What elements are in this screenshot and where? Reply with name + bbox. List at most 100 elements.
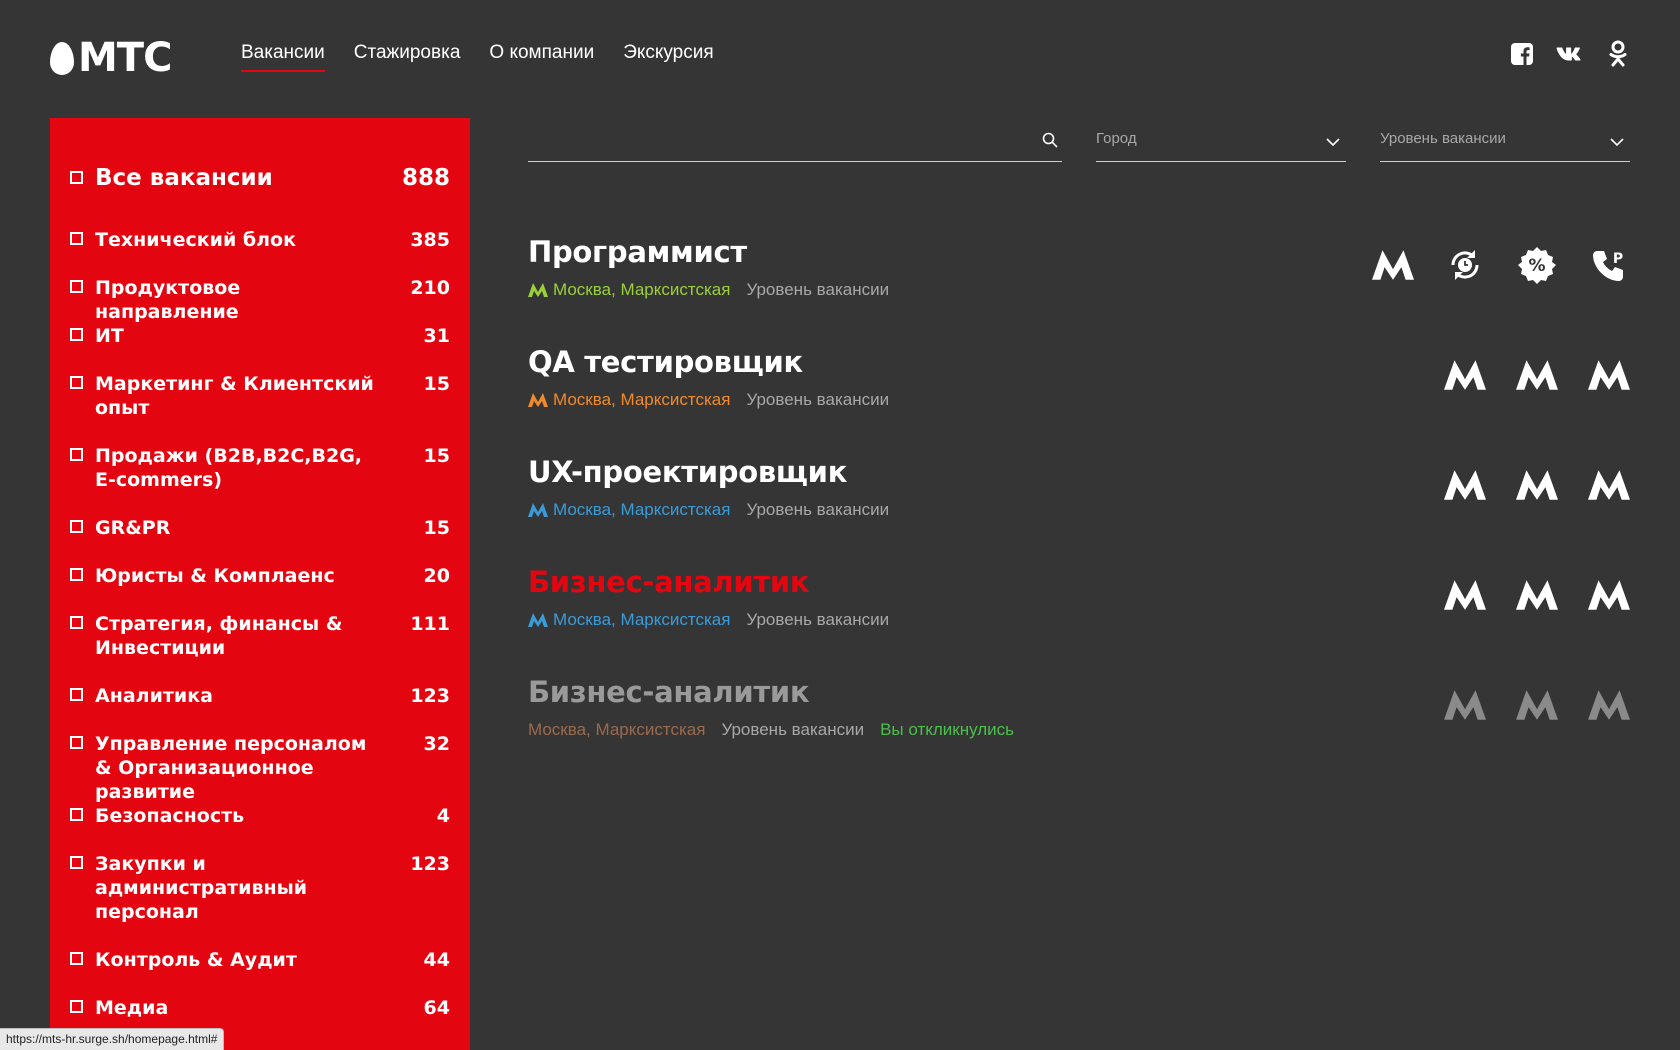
metro-icon bbox=[1516, 684, 1558, 726]
category-item[interactable]: Безопасность 4 bbox=[70, 804, 450, 828]
browser-status-bar: https://mts-hr.surge.sh/homepage.html# bbox=[0, 1028, 225, 1050]
category-count: 64 bbox=[423, 997, 450, 1019]
metro-icon bbox=[1444, 574, 1486, 616]
vacancy-card[interactable]: Бизнес-аналитик Москва, Марксистская Уро… bbox=[528, 564, 1630, 654]
svg-text:%: % bbox=[1528, 256, 1545, 276]
metro-icon bbox=[1516, 464, 1558, 506]
level-placeholder: Уровень вакансии bbox=[1380, 130, 1506, 147]
vacancy-card[interactable]: UX-проектировщик Москва, Марксистская Ур… bbox=[528, 454, 1630, 544]
vacancy-meta: Москва, Марксистская Уровень вакансии Вы… bbox=[528, 720, 1014, 740]
search-field[interactable] bbox=[528, 122, 1062, 162]
category-item[interactable]: ИТ 31 bbox=[70, 324, 450, 348]
checkbox[interactable] bbox=[70, 736, 83, 749]
vacancy-title[interactable]: QA тестировщик bbox=[528, 344, 803, 380]
facebook-icon[interactable] bbox=[1508, 40, 1536, 68]
checkbox[interactable] bbox=[70, 280, 83, 293]
logo-text: МТС bbox=[78, 35, 172, 81]
location-text: Москва, Марксистская bbox=[528, 720, 706, 739]
clock-refresh-icon bbox=[1444, 244, 1486, 286]
category-item[interactable]: Контроль & Аудит 44 bbox=[70, 948, 450, 972]
vacancy-meta: Москва, Марксистская Уровень вакансии bbox=[528, 390, 889, 410]
category-item[interactable]: Аналитика 123 bbox=[70, 684, 450, 708]
nav-internship[interactable]: Стажировка bbox=[354, 42, 461, 72]
nav-excursion[interactable]: Экскурсия bbox=[623, 42, 713, 72]
category-label: Стратегия, финансы & Инвестиции bbox=[95, 613, 343, 659]
category-all[interactable]: Все вакансии 888 bbox=[70, 164, 450, 192]
vacancy-location: Москва, Марксистская bbox=[528, 500, 730, 520]
category-item[interactable]: Технический блок 385 bbox=[70, 228, 450, 252]
category-count: 123 bbox=[410, 853, 450, 875]
vacancy-icons: % P bbox=[1372, 244, 1630, 286]
category-item[interactable]: Продажи (B2B,B2C,B2G, E-commers) 15 bbox=[70, 444, 450, 492]
level-select[interactable]: Уровень вакансии bbox=[1380, 122, 1630, 162]
nav-vacancies[interactable]: Вакансии bbox=[241, 42, 325, 72]
mts-logo[interactable]: МТС bbox=[50, 35, 172, 81]
egg-logo-icon bbox=[50, 41, 74, 75]
checkbox[interactable] bbox=[70, 1000, 83, 1013]
vacancy-icons bbox=[1444, 464, 1630, 506]
checkbox[interactable] bbox=[70, 856, 83, 869]
metro-icon bbox=[1516, 354, 1558, 396]
vk-icon[interactable] bbox=[1556, 40, 1584, 68]
category-count: 123 bbox=[410, 685, 450, 707]
category-label: Аналитика bbox=[95, 685, 213, 707]
category-item[interactable]: Юристы & Комплаенс 20 bbox=[70, 564, 450, 588]
vacancy-icons bbox=[1444, 574, 1630, 616]
chevron-down-icon bbox=[1610, 134, 1624, 152]
vacancy-card[interactable]: Бизнес-аналитик Москва, Марксистская Уро… bbox=[528, 674, 1630, 764]
category-label: Продуктовое направление bbox=[95, 277, 241, 323]
category-count: 4 bbox=[436, 805, 450, 827]
vacancy-level: Уровень вакансии bbox=[746, 500, 890, 519]
checkbox[interactable] bbox=[70, 952, 83, 965]
metro-icon bbox=[1588, 684, 1630, 726]
category-count: 111 bbox=[410, 613, 450, 635]
vacancy-title[interactable]: Программист bbox=[528, 234, 747, 270]
category-label: Маркетинг & Клиентский опыт bbox=[95, 373, 374, 419]
search-icon[interactable] bbox=[1042, 132, 1058, 153]
metro-icon bbox=[528, 503, 548, 517]
vacancy-card[interactable]: Программист Москва, Марксистская Уровень… bbox=[528, 234, 1630, 324]
location-text: Москва, Марксистская bbox=[553, 280, 731, 299]
category-item[interactable]: Закупки и административный персонал 123 bbox=[70, 852, 450, 924]
vacancy-title[interactable]: Бизнес-аналитик bbox=[528, 564, 810, 600]
category-count: 31 bbox=[423, 325, 450, 347]
vacancy-level: Уровень вакансии bbox=[746, 280, 890, 299]
category-count: 385 bbox=[410, 229, 450, 251]
category-item[interactable]: Стратегия, финансы & Инвестиции 111 bbox=[70, 612, 450, 660]
vacancy-title[interactable]: UX-проектировщик bbox=[528, 454, 847, 490]
odnoklassniki-icon[interactable] bbox=[1604, 40, 1632, 68]
nav-about[interactable]: О компании bbox=[489, 42, 594, 72]
checkbox[interactable] bbox=[70, 328, 83, 341]
search-input[interactable] bbox=[528, 128, 1032, 158]
category-item[interactable]: Управление персоналом & Организационное … bbox=[70, 732, 450, 804]
chevron-down-icon bbox=[1326, 134, 1340, 152]
checkbox[interactable] bbox=[70, 376, 83, 389]
checkbox[interactable] bbox=[70, 688, 83, 701]
social-links bbox=[1508, 40, 1632, 68]
category-item[interactable]: Продуктовое направление 210 bbox=[70, 276, 450, 324]
category-count: 44 bbox=[423, 949, 450, 971]
checkbox[interactable] bbox=[70, 568, 83, 581]
vacancy-level: Уровень вакансии bbox=[721, 720, 865, 739]
category-item[interactable]: Медиа 64 bbox=[70, 996, 450, 1020]
checkbox[interactable] bbox=[70, 232, 83, 245]
checkbox[interactable] bbox=[70, 448, 83, 461]
vacancy-card[interactable]: QA тестировщик Москва, Марксистская Уров… bbox=[528, 344, 1630, 434]
vacancy-title[interactable]: Бизнес-аналитик bbox=[528, 674, 810, 710]
category-count: 210 bbox=[410, 277, 450, 299]
metro-icon bbox=[1444, 684, 1486, 726]
checkbox[interactable] bbox=[70, 171, 83, 184]
category-count: 15 bbox=[423, 445, 450, 467]
vacancy-meta: Москва, Марксистская Уровень вакансии bbox=[528, 280, 889, 300]
category-label: GR&PR bbox=[95, 517, 171, 539]
category-label: Закупки и административный персонал bbox=[95, 853, 308, 923]
category-label: Управление персоналом & Организационное … bbox=[95, 733, 367, 803]
checkbox[interactable] bbox=[70, 808, 83, 821]
checkbox[interactable] bbox=[70, 616, 83, 629]
city-select[interactable]: Город bbox=[1096, 122, 1346, 162]
checkbox[interactable] bbox=[70, 520, 83, 533]
category-item[interactable]: GR&PR 15 bbox=[70, 516, 450, 540]
category-item[interactable]: Маркетинг & Клиентский опыт 15 bbox=[70, 372, 450, 420]
category-label: Юристы & Комплаенс bbox=[95, 565, 335, 587]
vacancy-location: Москва, Марксистская bbox=[528, 390, 730, 410]
